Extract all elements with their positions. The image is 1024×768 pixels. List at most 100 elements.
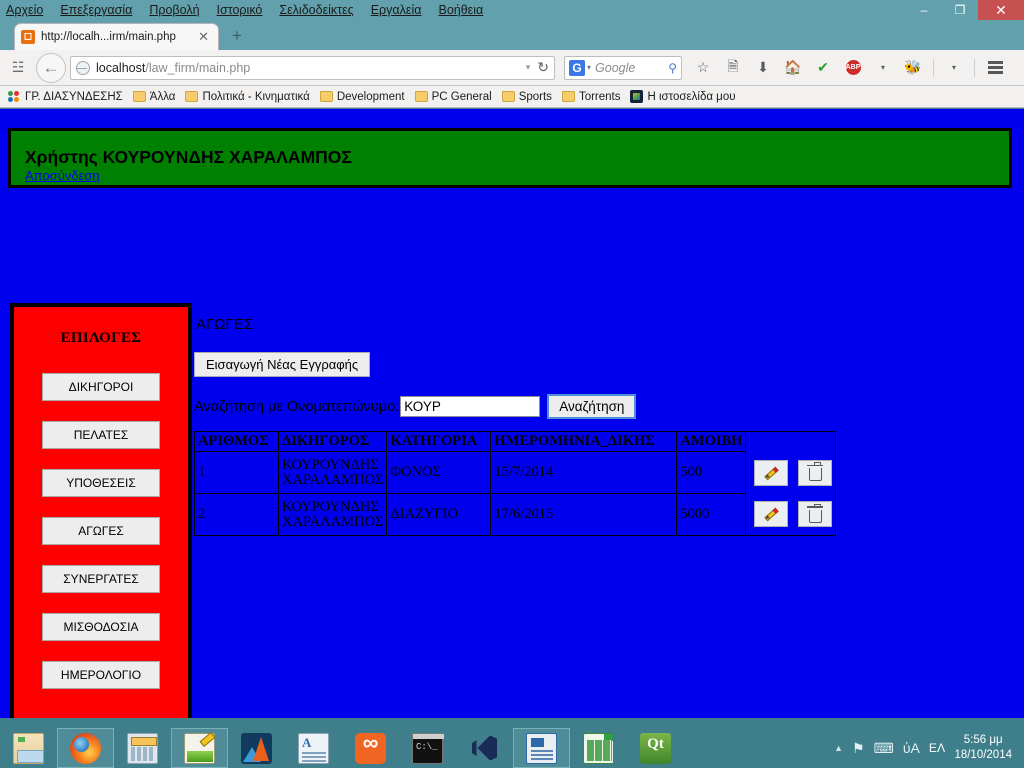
pencil-icon [762,464,780,482]
action-center-flag-icon[interactable]: ⚑ [852,740,865,757]
taskbar-app-xampp[interactable] [342,728,399,768]
bookmark-star-icon[interactable]: ☆ [690,55,716,81]
rss-feed-icon[interactable]: ☳ [0,59,36,76]
table-row: 2 ΚΟΥΡΟΥΝΔΗΣ ΧΑΡΑΛΑΜΠΟΣ ΔΙΑΖΥΓΙΟ 17/6/20… [194,493,836,536]
taskbar-app-calculator[interactable] [114,728,171,768]
sidebar-item-pelates[interactable]: ΠΕΛΑΤΕΣ [42,421,160,449]
window-titlebar: Αρχείο Επεξεργασία Προβολή Ιστορικό Σελι… [0,0,1024,20]
tab-title: http://localh...irm/main.php [41,31,176,43]
menu-item-help[interactable]: Βοήθεια [438,3,483,17]
close-button[interactable]: ✕ [978,0,1024,20]
logged-in-user-label: Χρήστης ΚΟΥΡΟΥΝΔΗΣ ΧΑΡΑΛΑΜΠΟΣ [25,147,352,167]
trash-icon [807,462,823,481]
back-button[interactable]: ← [36,52,66,83]
maximize-button[interactable]: ❐ [942,0,978,20]
taskbar-app-command-prompt[interactable] [399,728,456,768]
sidebar-item-dikigoroi[interactable]: ΔΙΚΗΓΟΡΟΙ [42,373,160,401]
bookmark-i-istoselida-mou[interactable]: Η ιστοσελίδα μου [627,90,738,103]
menu-item-history[interactable]: Ιστορικό [217,3,263,17]
logout-link[interactable]: Αποσύνδεση [25,168,100,183]
name-search-input[interactable] [400,396,541,417]
file-explorer-icon [13,732,44,764]
new-record-button[interactable]: Εισαγωγή Νέας Εγγραφής [194,352,371,377]
cell-actions [745,451,836,494]
taskbar-app-libreoffice-writer[interactable] [513,728,570,768]
chevron-down-icon[interactable]: ▾ [526,62,531,73]
bookmark-gr-diasyndesis[interactable]: ΓΡ. ΔΙΑΣΥΝΔΕΣΗΣ [5,90,126,103]
show-hidden-icons-icon[interactable]: ▲ [834,743,843,753]
menu-item-tools[interactable]: Εργαλεία [371,3,422,17]
addon-icon[interactable]: 🐝 [900,55,926,81]
delete-row-button[interactable] [798,459,833,486]
taskbar-app-notepad-plus-plus[interactable] [171,728,228,768]
adblock-plus-icon[interactable]: ABP [840,55,866,81]
clock[interactable]: 5:56 μμ 18/10/2014 [954,733,1016,763]
new-tab-button[interactable]: + [232,27,242,44]
taskbar-app-wordpad[interactable] [285,728,342,768]
search-icon[interactable]: ⚲ [668,61,677,75]
taskbar-app-visual-studio[interactable] [456,728,513,768]
search-input[interactable]: Google [595,61,668,75]
folder-icon [185,91,199,102]
menu-item-bookmarks[interactable]: Σελιδοδείκτες [279,3,353,17]
bookmark-politika-kinimatika[interactable]: Πολιτικά - Κινηματικά [182,91,312,103]
cell-imerominia: 17/6/2015 [490,493,678,536]
address-bar[interactable]: localhost/law_firm/main.php ▾ ↻ [70,55,555,80]
reload-icon[interactable]: ↻ [537,59,549,76]
bookmarks-bar: ΓΡ. ΔΙΑΣΥΝΔΕΣΗΣ Άλλα Πολιτικά - Κινηματι… [0,86,1024,108]
taskbar-app-libreoffice-calc[interactable] [570,728,627,768]
tab-main-php[interactable]: ◻ http://localh...irm/main.php ✕ [14,23,219,50]
sidebar-item-ypotheseis[interactable]: ΥΠΟΘΕΣΕΙΣ [42,469,160,497]
clock-time: 5:56 μμ [963,734,1003,746]
checkmark-icon[interactable]: ✔ [810,55,836,81]
minimize-button[interactable]: – [906,0,942,20]
bookmark-label: Άλλα [149,90,176,103]
search-submit-button[interactable]: Αναζήτηση [547,394,637,419]
sidebar-item-imerologio[interactable]: ΗΜΕΡΟΛΟΓΙΟ [42,661,160,689]
menu-item-edit[interactable]: Επεξεργασία [60,3,132,17]
taskbar-app-firefox[interactable] [57,728,114,768]
volume-icon[interactable]: ὐA [903,740,920,756]
home-icon[interactable]: 🏠 [780,55,806,81]
clock-date: 18/10/2014 [954,749,1012,761]
abp-badge: ABP [845,60,861,75]
bookmark-torrents[interactable]: Torrents [559,91,624,103]
sidebar-item-synergates[interactable]: ΣΥΝΕΡΓΑΤΕΣ [42,565,160,593]
folder-icon [414,91,428,102]
firefox-icon [70,732,101,764]
taskbar-app-matlab[interactable] [228,728,285,768]
chevron-down-icon[interactable]: ▾ [870,55,896,81]
window-controls: – ❐ ✕ [906,0,1024,20]
hamburger-menu-icon[interactable] [982,55,1008,81]
browser-menubar: Αρχείο Επεξεργασία Προβολή Ιστορικό Σελι… [6,0,483,20]
search-row: Αναζήτηση με Ονοματεπώνυμο: Αναζήτηση [194,394,637,419]
bookmark-label: Πολιτικά - Κινηματικά [202,90,310,103]
menu-item-view[interactable]: Προβολή [149,3,199,17]
language-indicator[interactable]: ΕΛ [929,741,946,755]
taskbar-app-qt-creator[interactable] [627,728,684,768]
taskbar-app-file-explorer[interactable] [0,728,57,768]
sidebar-item-misthodosia[interactable]: ΜΙΣΘΟΔΟΣΙΑ [42,613,160,641]
tab-close-icon[interactable]: ✕ [195,29,212,45]
page-title: ΑΓΩΓΕΣ [196,316,254,333]
edit-row-button[interactable] [754,459,789,486]
chevron-down-icon[interactable]: ▾ [941,55,967,81]
edit-row-button[interactable] [754,501,789,528]
sidebar-menu: ΕΠΙΛΟΓΕΣ ΔΙΚΗΓΟΡΟΙ ΠΕΛΑΤΕΣ ΥΠΟΘΕΣΕΙΣ ΑΓΩ… [10,303,192,718]
bookmark-development[interactable]: Development [317,91,408,103]
network-icon[interactable]: ⌨ [874,740,894,757]
bookmark-label: Torrents [578,90,621,103]
search-bar[interactable]: G ▾ Google ⚲ [564,55,682,80]
sidebar-item-agoges[interactable]: ΑΓΩΓΕΣ [42,517,160,545]
downloads-icon[interactable]: ⬇ [750,55,776,81]
menu-item-file[interactable]: Αρχείο [6,3,43,17]
bookmark-sports[interactable]: Sports [499,91,555,103]
command-prompt-icon [412,732,444,764]
reading-list-icon[interactable]: 🗎 [720,55,746,81]
delete-row-button[interactable] [798,501,833,528]
chevron-down-icon[interactable]: ▾ [587,63,591,72]
bookmark-alla[interactable]: Άλλα [130,91,179,103]
trash-icon [807,503,823,523]
cell-actions [745,493,836,536]
bookmark-pc-general[interactable]: PC General [412,91,495,103]
